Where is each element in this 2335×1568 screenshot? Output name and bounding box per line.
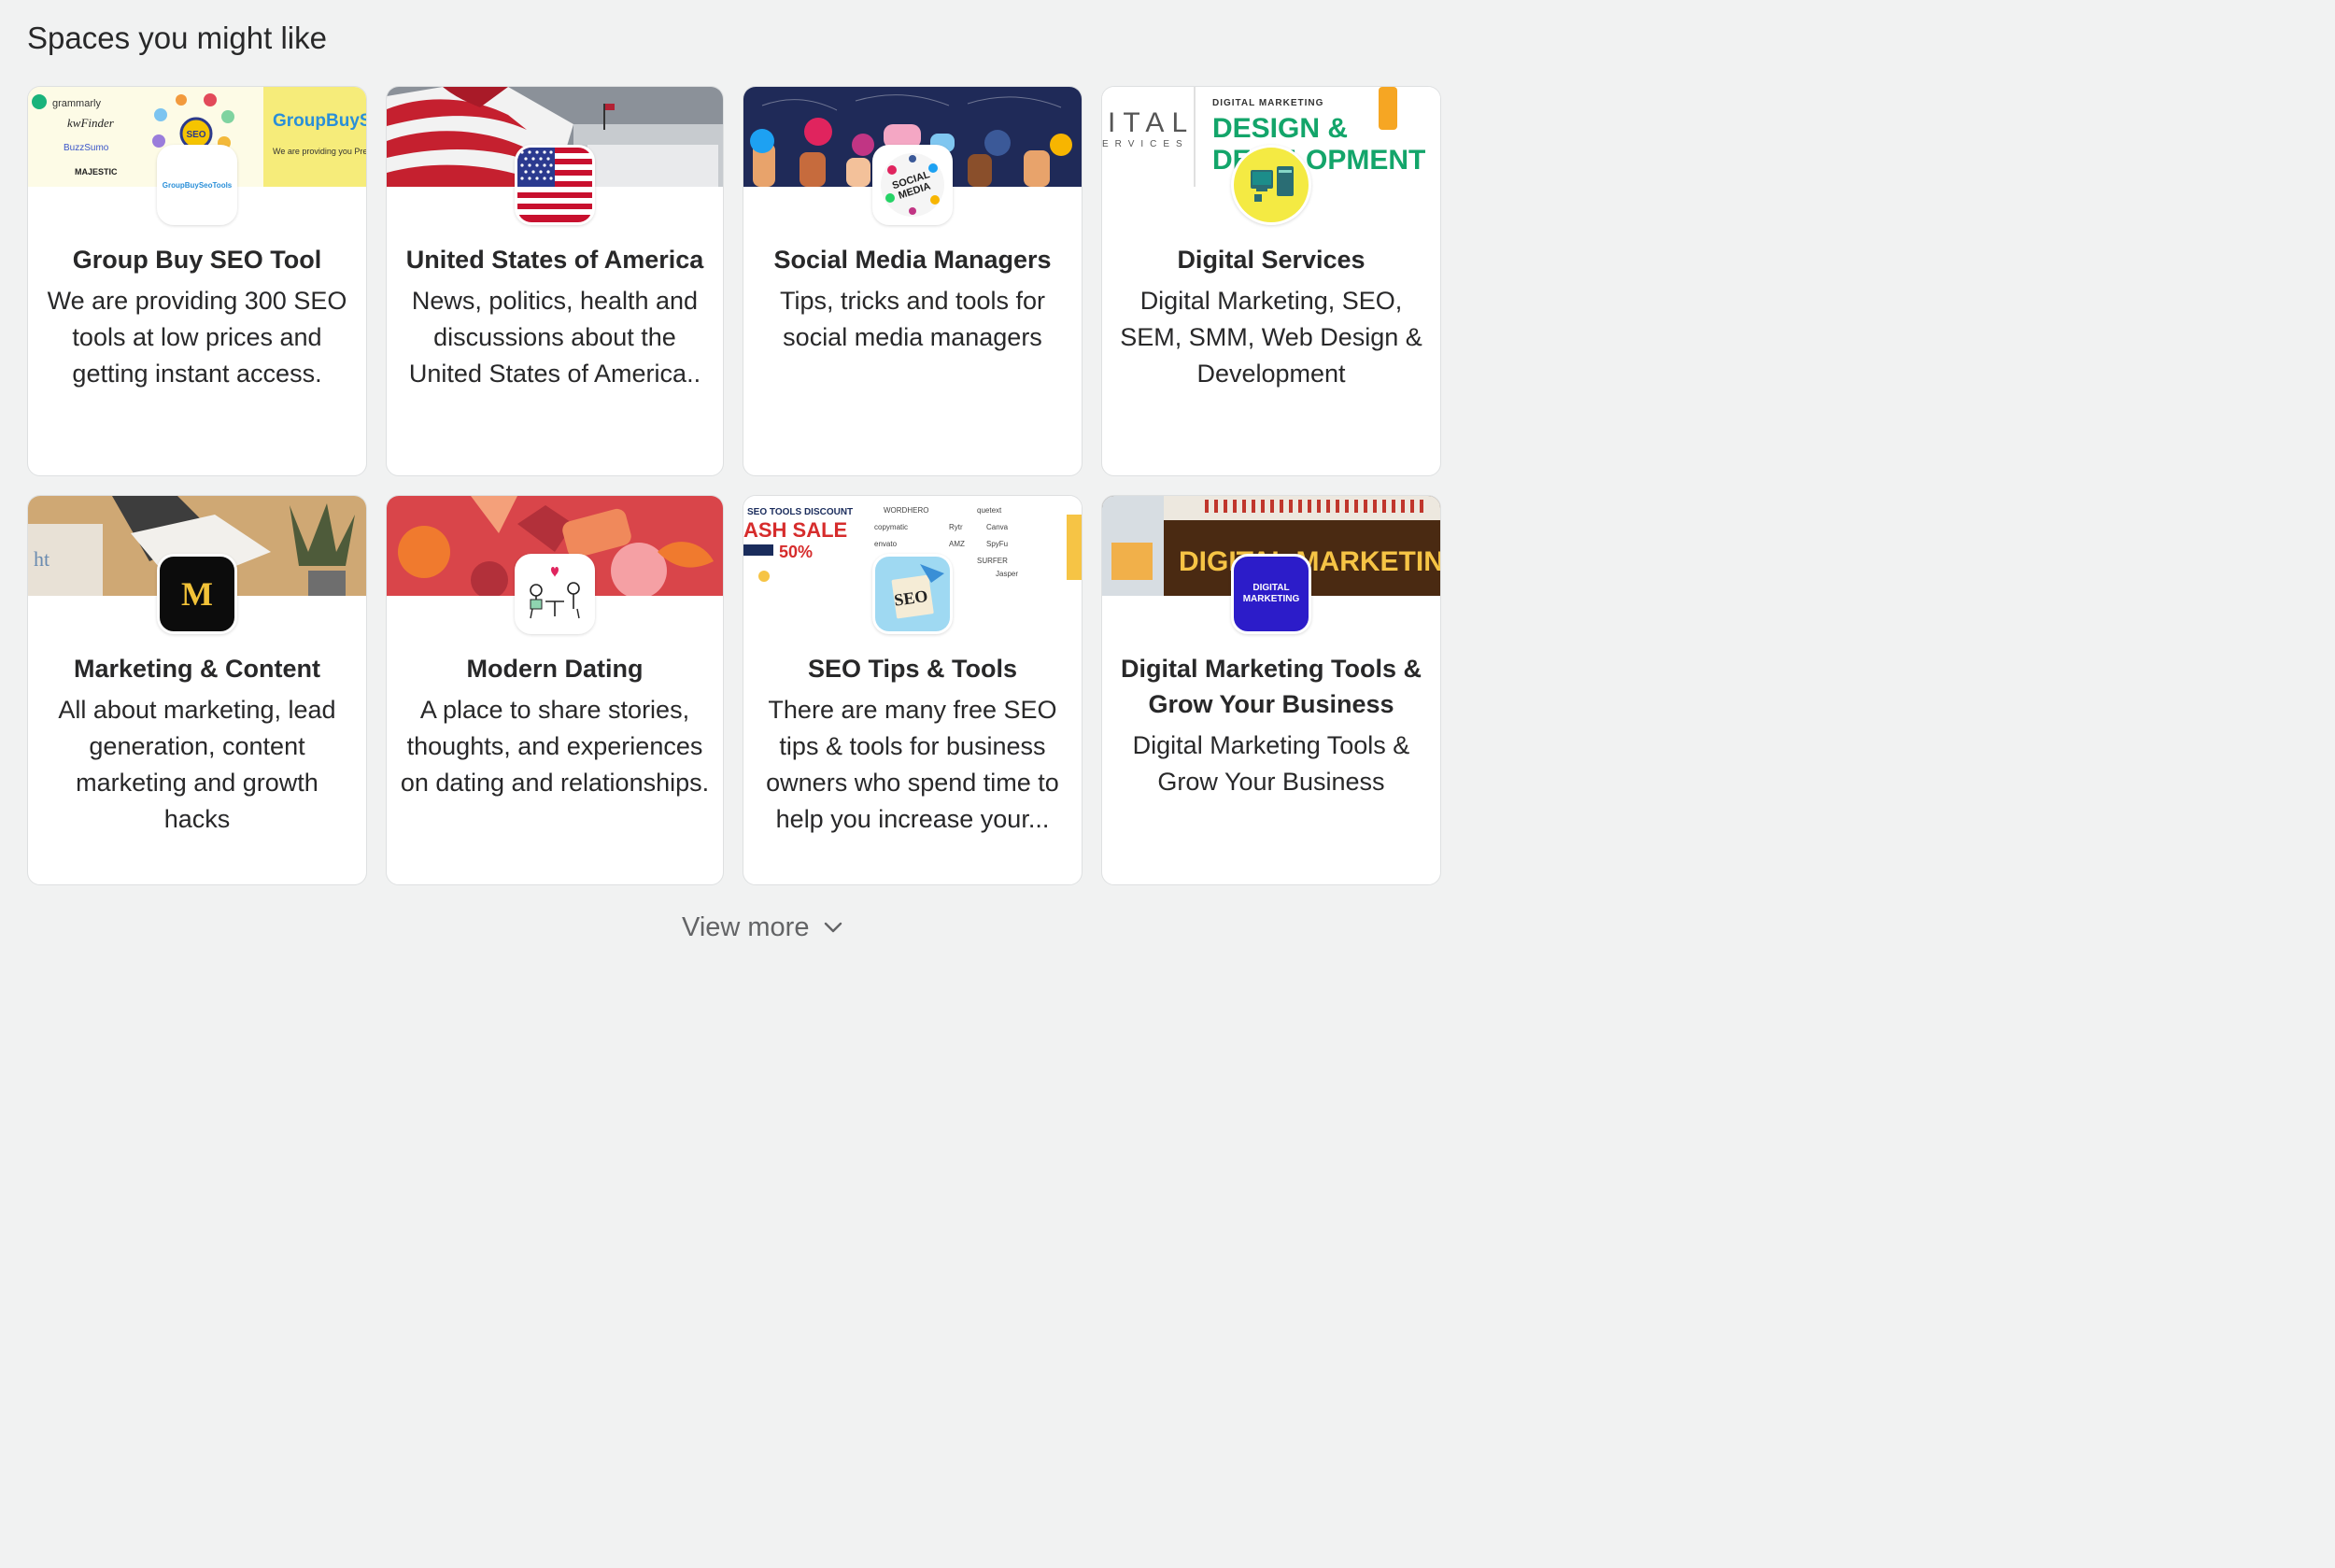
chevron-down-icon: [825, 922, 842, 933]
space-title[interactable]: Social Media Managers: [757, 242, 1068, 277]
svg-text:SURFER: SURFER: [977, 557, 1008, 565]
space-avatar: SOCIAL MEDIA: [872, 145, 953, 225]
cover-left-text: ITAL: [1108, 107, 1195, 138]
space-card-modern-dating[interactable]: Modern Dating A place to share stories, …: [386, 495, 724, 885]
space-title[interactable]: Digital Services: [1115, 242, 1427, 277]
cover-logo-grammarly: grammarly: [52, 98, 101, 109]
space-title[interactable]: Digital Marketing Tools & Grow Your Busi…: [1115, 651, 1427, 722]
svg-text:Jasper: Jasper: [996, 570, 1018, 578]
svg-text:SpyFu: SpyFu: [986, 540, 1008, 548]
space-card-united-states[interactable]: United States of America News, politics,…: [386, 86, 724, 476]
space-avatar: SEO: [872, 554, 953, 634]
space-card-social-media-managers[interactable]: SOCIAL MEDIA Social Media Managers Tips,…: [743, 86, 1083, 476]
space-title[interactable]: United States of America: [400, 242, 710, 277]
space-card-digital-marketing-tools[interactable]: DIGITAL MARKETIN DIGITAL MARKETING Digit…: [1101, 495, 1441, 885]
space-title[interactable]: SEO Tips & Tools: [757, 651, 1068, 686]
space-description: A place to share stories, thoughts, and …: [400, 696, 710, 797]
space-description: We are providing 300 SEO tools at low pr…: [47, 287, 347, 388]
cover-brand: GroupBuyS: [273, 111, 366, 131]
view-more-label: View more: [682, 911, 810, 942]
cover-logo-majestic: MAJESTIC: [75, 167, 118, 177]
svg-text:WORDHERO: WORDHERO: [884, 506, 928, 515]
space-card-seo-tips-tools[interactable]: SEO TOOLS DISCOUNT ASH SALE 50% WORDHERO…: [743, 495, 1083, 885]
spaces-grid: grammarly kwFinder BuzzSumo MAJESTIC SEO…: [27, 86, 1441, 887]
cover-kicker: DIGITAL MARKETING: [1212, 98, 1323, 108]
svg-text:quetext: quetext: [977, 506, 1002, 515]
cover-line1: DESIGN &: [1212, 113, 1348, 144]
space-title[interactable]: Group Buy SEO Tool: [41, 242, 353, 277]
cover-logo-buzzsumo: BuzzSumo: [64, 143, 109, 153]
avatar-monogram: M: [181, 575, 213, 613]
us-flag-icon: [515, 145, 595, 225]
space-description: There are many free SEO tips & tools for…: [766, 696, 1059, 833]
view-more-button[interactable]: View more: [682, 908, 844, 947]
cover-percent: 50%: [779, 543, 813, 561]
space-avatar: DIGITAL MARKETING: [1231, 554, 1311, 634]
svg-text:Rytr: Rytr: [949, 523, 963, 531]
space-description: Digital Marketing Tools & Grow Your Busi…: [1132, 731, 1410, 796]
space-description: News, politics, health and discussions a…: [408, 287, 701, 388]
cover-sale: ASH SALE: [743, 518, 847, 542]
cover-logo-seo: SEO: [186, 130, 205, 140]
space-description: Tips, tricks and tools for social media …: [779, 287, 1046, 351]
avatar-text: DIGITAL MARKETING: [1242, 583, 1300, 604]
cover-logo-kwfinder: kwFinder: [67, 116, 115, 130]
svg-text:AMZ: AMZ: [949, 540, 965, 548]
space-avatar: [1231, 145, 1311, 225]
space-title[interactable]: Modern Dating: [400, 651, 710, 686]
space-title[interactable]: Marketing & Content: [41, 651, 353, 686]
cover-left-sub: ERVICES: [1102, 139, 1189, 149]
space-avatar: [515, 554, 595, 634]
space-avatar: M: [157, 554, 237, 634]
space-description: All about marketing, lead generation, co…: [58, 696, 336, 833]
cover-tagline: We are providing you Premium tools in a …: [273, 147, 366, 156]
cover-kicker: SEO TOOLS DISCOUNT: [747, 507, 853, 517]
space-avatar: GroupBuySeoTools: [157, 145, 237, 225]
svg-text:copymatic: copymatic: [874, 523, 908, 531]
space-card-digital-services[interactable]: ITAL ERVICES DIGITAL MARKETING DESIGN & …: [1101, 86, 1441, 476]
section-title: Spaces you might like: [27, 21, 327, 55]
svg-text:envato: envato: [874, 540, 898, 548]
space-description: Digital Marketing, SEO, SEM, SMM, Web De…: [1120, 287, 1422, 388]
svg-text:ht: ht: [34, 547, 50, 571]
space-card-marketing-content[interactable]: ht M Marketing & Content All about marke…: [27, 495, 367, 885]
svg-text:Canva: Canva: [986, 523, 1009, 531]
avatar-text: GroupBuySeoTools: [162, 180, 233, 190]
space-card-group-buy-seo-tool[interactable]: grammarly kwFinder BuzzSumo MAJESTIC SEO…: [27, 86, 367, 476]
